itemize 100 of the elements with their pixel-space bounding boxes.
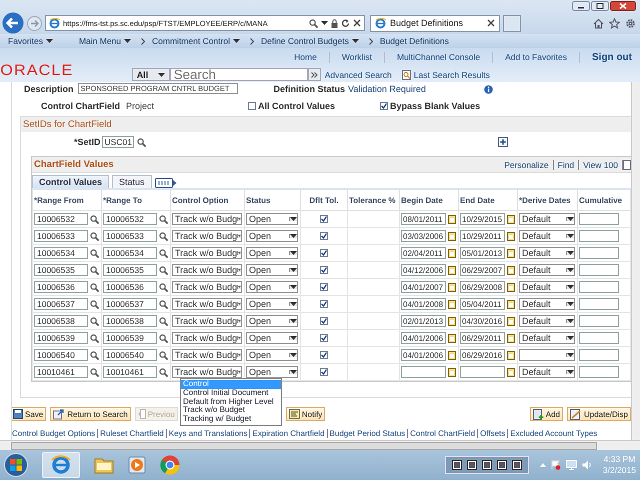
input-field[interactable]: 02/01/2013 — [401, 315, 446, 327]
input-field[interactable] — [579, 315, 619, 327]
input-field[interactable]: 10006533 — [103, 230, 157, 242]
return-button[interactable]: Return to Search — [50, 407, 131, 421]
input-field[interactable]: 10/29/2011 — [460, 230, 505, 242]
dropdown-field[interactable]: Track w/o Budg — [172, 281, 242, 293]
notify-button[interactable]: Notify — [286, 407, 326, 421]
dropdown-field[interactable]: Open — [246, 230, 298, 242]
dropdown-field[interactable]: Open — [246, 264, 298, 276]
tab[interactable]: Control Values — [32, 175, 110, 188]
checkbox[interactable] — [248, 102, 256, 110]
input-field[interactable]: 10006536 — [34, 281, 88, 293]
dropdown-field[interactable]: Open — [246, 349, 298, 361]
input-field[interactable]: 04/01/2006 — [401, 349, 446, 361]
dropdown-field[interactable]: Default — [519, 247, 575, 259]
input-field[interactable]: 10006538 — [34, 315, 88, 327]
close-icon[interactable] — [610, 1, 636, 11]
dropdown-field[interactable]: Track w/o Budg — [172, 264, 242, 276]
page-link[interactable]: Excluded Account Types — [507, 429, 600, 438]
browser-icon[interactable] — [51, 455, 71, 475]
dropdown-field[interactable]: Track w/o Budg — [172, 349, 242, 361]
dropdown-field[interactable]: Default — [519, 264, 575, 276]
tray-icon[interactable] — [496, 460, 507, 470]
search-icon[interactable] — [159, 300, 168, 308]
input-field[interactable]: 04/01/2006 — [401, 332, 446, 344]
search-icon[interactable] — [90, 334, 99, 342]
header-link[interactable]: Sign out — [579, 52, 636, 63]
input-field[interactable] — [579, 332, 619, 344]
search-icon[interactable] — [159, 266, 168, 274]
input-field[interactable]: 04/12/2006 — [401, 264, 446, 276]
page-link[interactable]: Budget Period Status — [326, 429, 408, 438]
tray-icon[interactable] — [452, 460, 462, 470]
dropdown-field[interactable]: Open — [246, 332, 298, 344]
search-icon[interactable] — [90, 368, 99, 376]
tray-icon[interactable] — [482, 460, 492, 470]
checkbox[interactable] — [320, 317, 328, 325]
input-field[interactable]: 10006536 — [103, 281, 157, 293]
browser-tab[interactable]: Budget Definitions — [370, 14, 500, 32]
close-icon[interactable] — [353, 19, 361, 27]
show-all-columns-icon[interactable] — [154, 178, 177, 188]
search-icon[interactable] — [309, 18, 318, 28]
search-icon[interactable] — [90, 350, 99, 360]
input-field[interactable]: 06/29/2011 — [460, 332, 505, 344]
page-link[interactable]: Control Budget Options — [12, 429, 98, 438]
search-icon[interactable] — [159, 214, 168, 224]
dropdown-field[interactable]: Track w/o Budg — [172, 213, 242, 225]
minimize-icon[interactable] — [572, 1, 590, 11]
header-link[interactable]: MultiChannel Console — [384, 52, 492, 63]
page-link[interactable]: Keys and Translations — [166, 429, 250, 438]
dropdown-field[interactable] — [519, 349, 575, 361]
close-icon[interactable] — [487, 19, 495, 27]
dropdown-field[interactable]: Default — [519, 281, 575, 293]
checkbox[interactable] — [320, 334, 328, 342]
checkbox[interactable] — [320, 232, 328, 240]
input-field[interactable] — [579, 366, 619, 378]
input-field[interactable]: 10006532 — [103, 213, 157, 225]
search-icon[interactable] — [159, 248, 168, 258]
page-link[interactable]: Ruleset Chartfield — [97, 429, 166, 438]
search-icon[interactable] — [159, 368, 168, 376]
search-icon[interactable] — [159, 282, 168, 292]
input-field[interactable] — [401, 366, 446, 378]
home-icon[interactable] — [593, 18, 604, 28]
update-button[interactable]: Update/Disp — [566, 407, 631, 421]
input-field[interactable] — [579, 230, 619, 242]
dropdown-field[interactable]: Track w/o Budg — [172, 332, 242, 344]
search-icon[interactable] — [90, 266, 99, 274]
dropdown-option[interactable]: Tracking w/ Budget — [181, 415, 281, 424]
breadcrumb-item[interactable]: Define Control Budgets — [260, 36, 359, 46]
input-field[interactable] — [579, 264, 619, 276]
search-icon[interactable] — [90, 282, 99, 292]
search-icon[interactable] — [90, 316, 99, 326]
input-field[interactable]: 10006537 — [34, 298, 88, 310]
dropdown-field[interactable]: Default — [519, 366, 575, 378]
input-field[interactable]: 10006534 — [103, 247, 157, 259]
input-field[interactable]: 10006539 — [103, 332, 157, 344]
input-field[interactable]: 06/29/2007 — [460, 264, 505, 276]
search-go-button[interactable] — [308, 68, 321, 81]
browser-icon[interactable] — [160, 455, 180, 475]
input-field[interactable]: 06/29/2008 — [460, 281, 505, 293]
search-icon[interactable] — [159, 316, 168, 326]
checkbox[interactable] — [380, 102, 388, 110]
input-field[interactable] — [460, 366, 505, 378]
input-field[interactable]: 10006534 — [34, 247, 88, 259]
breadcrumb-item[interactable]: Commitment Control — [152, 36, 240, 46]
last-search-results-link[interactable]: Last Search Results — [414, 70, 490, 80]
header-link[interactable]: Worklist — [328, 52, 384, 63]
dropdown-field[interactable]: Track w/o Budg — [172, 315, 242, 327]
input-field[interactable]: 05/01/2013 — [460, 247, 505, 259]
page-link[interactable]: Expiration Chartfield — [249, 429, 327, 438]
dropdown-field[interactable]: Open — [246, 298, 298, 310]
input-field[interactable]: 10010461 — [103, 366, 157, 378]
dropdown-option[interactable]: Track w/o Budget — [181, 406, 281, 416]
dropdown-field[interactable]: Default — [519, 230, 575, 242]
input-field[interactable]: 10006538 — [103, 315, 157, 327]
input-field[interactable]: 10/29/2015 — [460, 213, 505, 225]
input-field[interactable] — [579, 213, 619, 225]
input-field[interactable] — [579, 349, 619, 361]
input-field[interactable]: 10006540 — [103, 349, 157, 361]
search-icon[interactable] — [90, 248, 99, 258]
flag-icon[interactable] — [550, 460, 561, 470]
